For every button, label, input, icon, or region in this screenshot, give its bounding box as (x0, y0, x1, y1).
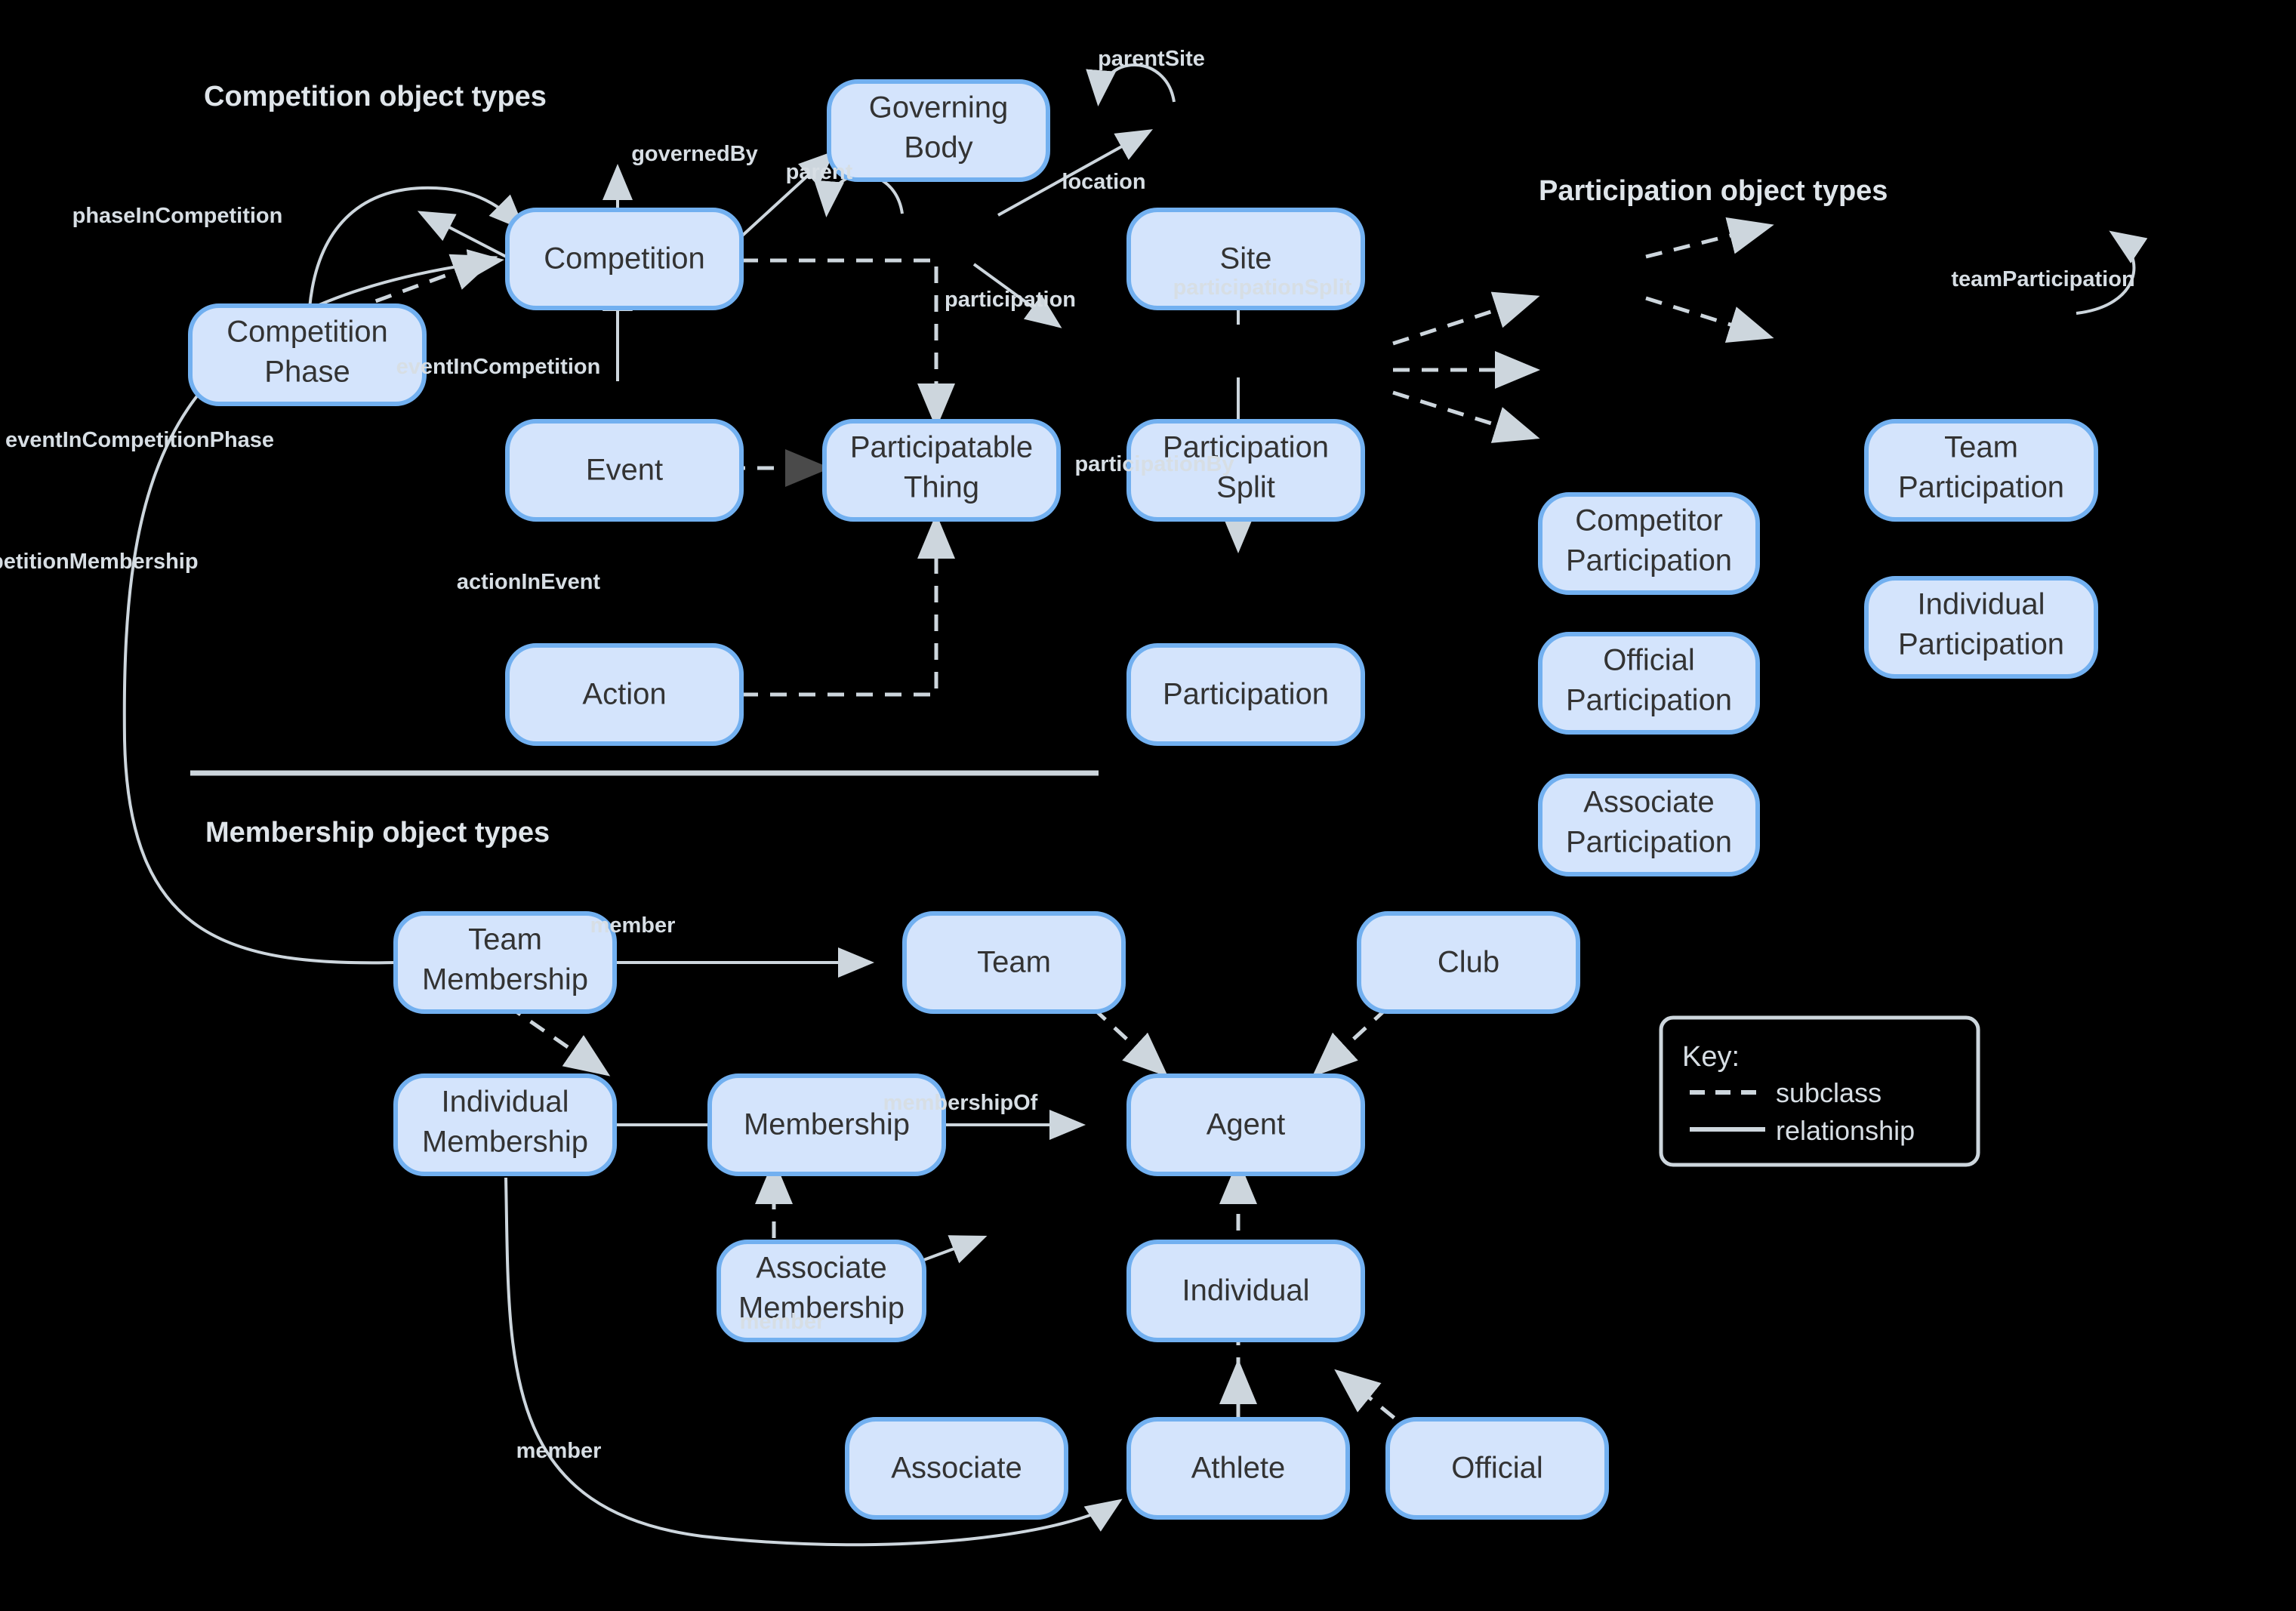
edge-label-governedBy: governedBy (631, 142, 758, 166)
key-label-relationship: relationship (1776, 1115, 1915, 1146)
diagram-canvas: Competition object types Participation o… (0, 0, 2296, 1611)
node-label-line: Individual (441, 1086, 569, 1119)
node-label-line: Participation (1566, 544, 1732, 578)
edge-label-parent: parent (786, 160, 853, 184)
node-governing-body[interactable]: Governing Body (827, 79, 1050, 182)
node-label-line: Action (582, 678, 666, 711)
node-label-line: Event (586, 454, 663, 487)
edge-label-actionInEvent: actionInEvent (457, 570, 600, 594)
section-title-participation: Participation object types (1539, 175, 1888, 207)
node-label-line: Thing (904, 471, 979, 504)
node-individual[interactable]: Individual (1126, 1240, 1365, 1342)
edge-label-member-athlete: member (516, 1439, 602, 1463)
section-title-membership: Membership object types (205, 817, 550, 849)
node-label-line: Club (1438, 946, 1499, 979)
node-label-line: Official (1451, 1452, 1543, 1485)
node-label-line: Participation (1163, 678, 1329, 711)
node-label-line: Individual (1917, 588, 2045, 621)
node-club[interactable]: Club (1357, 911, 1580, 1014)
node-individual-membership[interactable]: Individual Membership (393, 1073, 617, 1176)
node-label-line: Team (468, 923, 542, 956)
node-label-line: Athlete (1191, 1452, 1286, 1485)
node-label-line: Participatable (850, 431, 1033, 464)
edge-label-phaseInCompetition: phaseInCompetition (72, 204, 283, 228)
node-label-line: Individual (1182, 1274, 1309, 1308)
node-action[interactable]: Action (505, 643, 744, 746)
node-associate-participation[interactable]: Associate Participation (1538, 774, 1760, 876)
edge-label-participationBy: participationBy (1074, 452, 1234, 476)
node-competition[interactable]: Competition (505, 208, 744, 310)
node-agent[interactable]: Agent (1126, 1073, 1365, 1176)
node-official[interactable]: Official (1385, 1417, 1609, 1520)
node-label-line: Participation (1898, 471, 2064, 504)
node-label-line: Associate (756, 1252, 886, 1285)
edge-label-membershipOf: membershipOf (883, 1091, 1038, 1115)
node-individual-participation[interactable]: Individual Participation (1864, 576, 2098, 679)
node-participatable-thing[interactable]: Participatable Thing (822, 419, 1061, 522)
edge-label-eventInCompetition: eventInCompetition (396, 355, 601, 379)
node-athlete[interactable]: Athlete (1126, 1417, 1350, 1520)
node-team[interactable]: Team (902, 911, 1126, 1014)
node-label-line: Team (977, 946, 1051, 979)
node-label-line: Official (1603, 644, 1695, 677)
node-label-line: Associate (891, 1452, 1022, 1485)
node-label-line: Membership (422, 1126, 588, 1159)
edge-label-member-associate: member (740, 1310, 825, 1334)
node-label-line: Agent (1207, 1108, 1286, 1141)
node-team-membership[interactable]: Team Membership (393, 911, 617, 1014)
node-competitor-participation[interactable]: Competitor Participation (1538, 492, 1760, 595)
node-official-participation[interactable]: Official Participation (1538, 632, 1760, 735)
edge-label-location: location (1062, 170, 1145, 194)
section-title-competition: Competition object types (204, 81, 547, 112)
node-team-participation[interactable]: Team Participation (1864, 419, 2098, 522)
edge-label-eventInCompetitionPhase: eventInCompetitionPhase (5, 428, 274, 452)
node-label-line: Team (1944, 431, 2018, 464)
node-label-line: Body (904, 131, 972, 165)
edge-label-parentSite: parentSite (1098, 47, 1205, 71)
node-label-line: Participation (1566, 684, 1732, 717)
node-associate[interactable]: Associate (845, 1417, 1068, 1520)
node-label-line: Participation (1898, 628, 2064, 661)
object-model-diagram: Competition object types Participation o… (0, 0, 2296, 1611)
node-label-line: Phase (264, 356, 350, 389)
node-participation[interactable]: Participation (1126, 643, 1365, 746)
edge-label-member-team: member (590, 913, 676, 938)
edge-label-participationSplit: participationSplit (1173, 276, 1352, 300)
node-label-line: Competition (544, 242, 704, 276)
key-label-subclass: subclass (1776, 1077, 1881, 1108)
edge-label-competitionMembership: competitionMembership (0, 550, 199, 574)
node-label-line: Competition (227, 316, 387, 349)
edge-label-participation: participation (945, 288, 1076, 312)
node-label-line: Membership (422, 963, 588, 996)
node-competition-phase[interactable]: Competition Phase (188, 303, 427, 406)
node-label-line: Participation (1566, 826, 1732, 859)
node-label-line: Competitor (1575, 504, 1723, 538)
node-label-line: Site (1220, 242, 1272, 276)
node-label-line: Governing (869, 91, 1009, 125)
key-title: Key: (1682, 1041, 1740, 1073)
node-event[interactable]: Event (505, 419, 744, 522)
edge-label-teamParticipation: teamParticipation (1951, 267, 2134, 291)
node-label-line: Associate (1583, 786, 1714, 819)
